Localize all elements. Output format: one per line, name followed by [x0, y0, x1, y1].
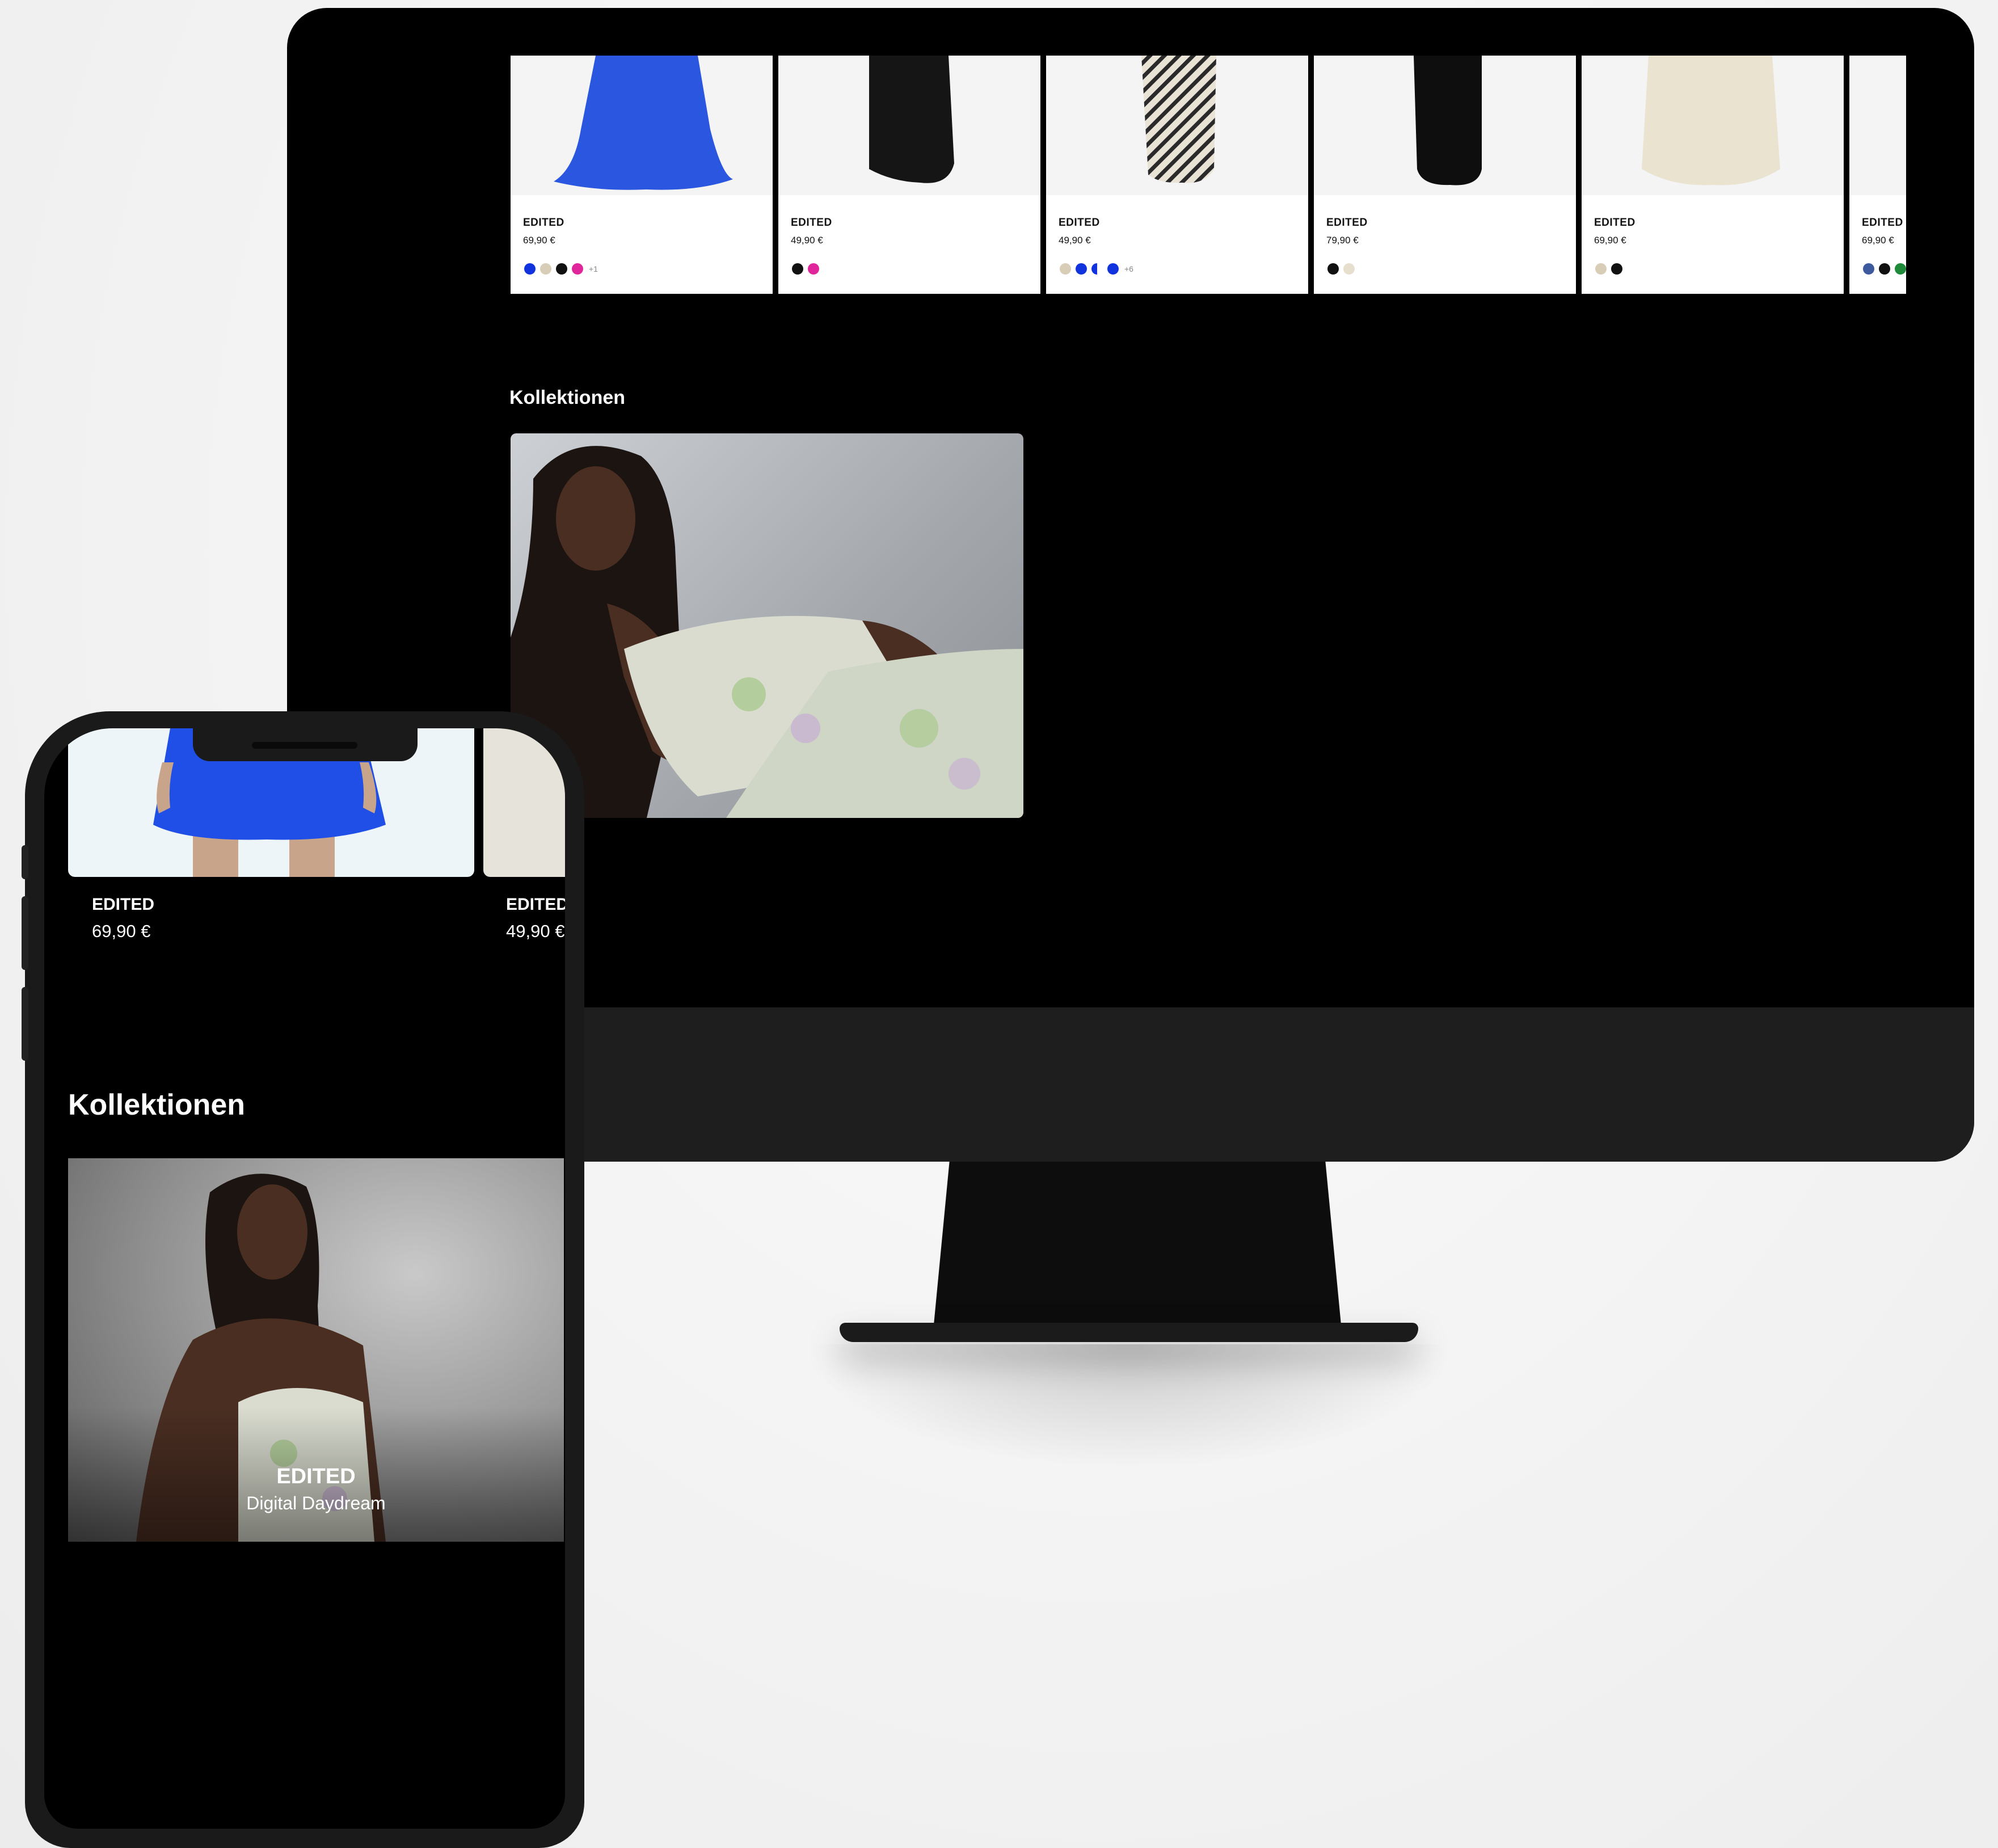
product-price: 49,90 €: [1059, 235, 1091, 246]
product-image: [511, 56, 773, 195]
product-image: [1582, 56, 1844, 195]
pattern-dot: [900, 709, 938, 748]
product-card[interactable]: EDITED 49,90 €: [778, 56, 1040, 294]
collection-brand: EDITED: [276, 1465, 356, 1488]
color-swatch[interactable]: [1343, 263, 1355, 275]
product-image: [778, 56, 1040, 195]
color-swatches: [1327, 263, 1355, 275]
color-swatches: [1863, 263, 1906, 275]
collection-name: Digital Daydream: [246, 1493, 386, 1513]
color-swatch[interactable]: [1595, 263, 1607, 275]
phone-side-button: [22, 896, 28, 970]
product-price: 49,90 €: [506, 921, 565, 941]
monitor-stand: [933, 1161, 1342, 1331]
pattern-dot: [791, 714, 820, 743]
product-price: 69,90 €: [92, 921, 151, 941]
garment-shape: [869, 56, 954, 183]
color-swatch[interactable]: [1107, 263, 1119, 275]
phone-speaker: [252, 742, 357, 749]
product-card[interactable]: EDITED 49,90 € +6: [1046, 56, 1308, 294]
product-image: [1849, 56, 1906, 195]
color-swatch[interactable]: [524, 263, 536, 275]
face-shape: [237, 1184, 307, 1280]
product-price: 69,90 €: [523, 235, 555, 246]
product-price: 49,90 €: [791, 235, 823, 246]
product-brand: EDITED: [506, 895, 565, 914]
collection-image[interactable]: [511, 433, 1023, 818]
garment-shape: [554, 56, 733, 190]
stand-shadow: [806, 1344, 1452, 1469]
pattern-dot: [732, 677, 766, 711]
phone-side-button: [22, 845, 28, 879]
color-swatch[interactable]: [792, 263, 803, 275]
product-price: 69,90 €: [1862, 235, 1894, 246]
more-colors: +6: [1124, 264, 1133, 273]
color-swatch[interactable]: [1895, 263, 1906, 275]
color-swatch[interactable]: [540, 263, 551, 275]
product-card[interactable]: EDITED 69,90 €: [1849, 56, 1906, 294]
color-swatch[interactable]: [572, 263, 583, 275]
garment-shape: [1141, 56, 1216, 183]
color-swatches: [1595, 263, 1622, 275]
collections-heading: Kollektionen: [509, 387, 626, 408]
product-image: [1046, 56, 1308, 195]
product-card[interactable]: EDITED 79,90 €: [1314, 56, 1576, 294]
monitor-base: [840, 1323, 1418, 1342]
color-swatch[interactable]: [1327, 263, 1339, 275]
product-brand: EDITED: [1059, 217, 1100, 229]
color-swatch[interactable]: [1863, 263, 1874, 275]
model-illustration: [511, 446, 1023, 818]
product-brand: EDITED: [1862, 217, 1903, 229]
color-swatch[interactable]: [1879, 263, 1890, 275]
pattern-dot: [949, 758, 980, 790]
product-brand: EDITED: [1326, 217, 1368, 229]
collections-heading: Kollektionen: [68, 1088, 246, 1121]
product-price: 69,90 €: [1594, 235, 1626, 246]
color-swatch[interactable]: [556, 263, 567, 275]
product-brand: EDITED: [92, 895, 155, 914]
color-swatch[interactable]: [1611, 263, 1622, 275]
color-swatches: +1: [524, 263, 598, 275]
product-brand: EDITED: [791, 217, 832, 229]
product-brand: EDITED: [523, 217, 564, 229]
collection-card[interactable]: EDITED Digital Daydream: [68, 1158, 564, 1542]
garment-shape: [1414, 56, 1482, 185]
color-swatch[interactable]: [808, 263, 819, 275]
product-card[interactable]: EDITED 69,90 €: [1582, 56, 1844, 294]
color-swatch[interactable]: [1076, 263, 1087, 275]
product-brand: EDITED: [1594, 217, 1636, 229]
product-image[interactable]: [483, 728, 565, 877]
color-swatch[interactable]: [1091, 263, 1103, 275]
phone-side-button: [22, 987, 28, 1061]
product-card[interactable]: EDITED 69,90 € +1: [511, 56, 773, 294]
garment-shape: [1642, 56, 1780, 185]
color-swatch[interactable]: [1060, 263, 1071, 275]
product-image: [1314, 56, 1576, 195]
face-shape: [556, 466, 635, 571]
color-swatches: [792, 263, 819, 275]
color-swatches: +6: [1060, 263, 1133, 275]
more-colors: +1: [589, 264, 598, 273]
product-price: 79,90 €: [1326, 235, 1359, 246]
